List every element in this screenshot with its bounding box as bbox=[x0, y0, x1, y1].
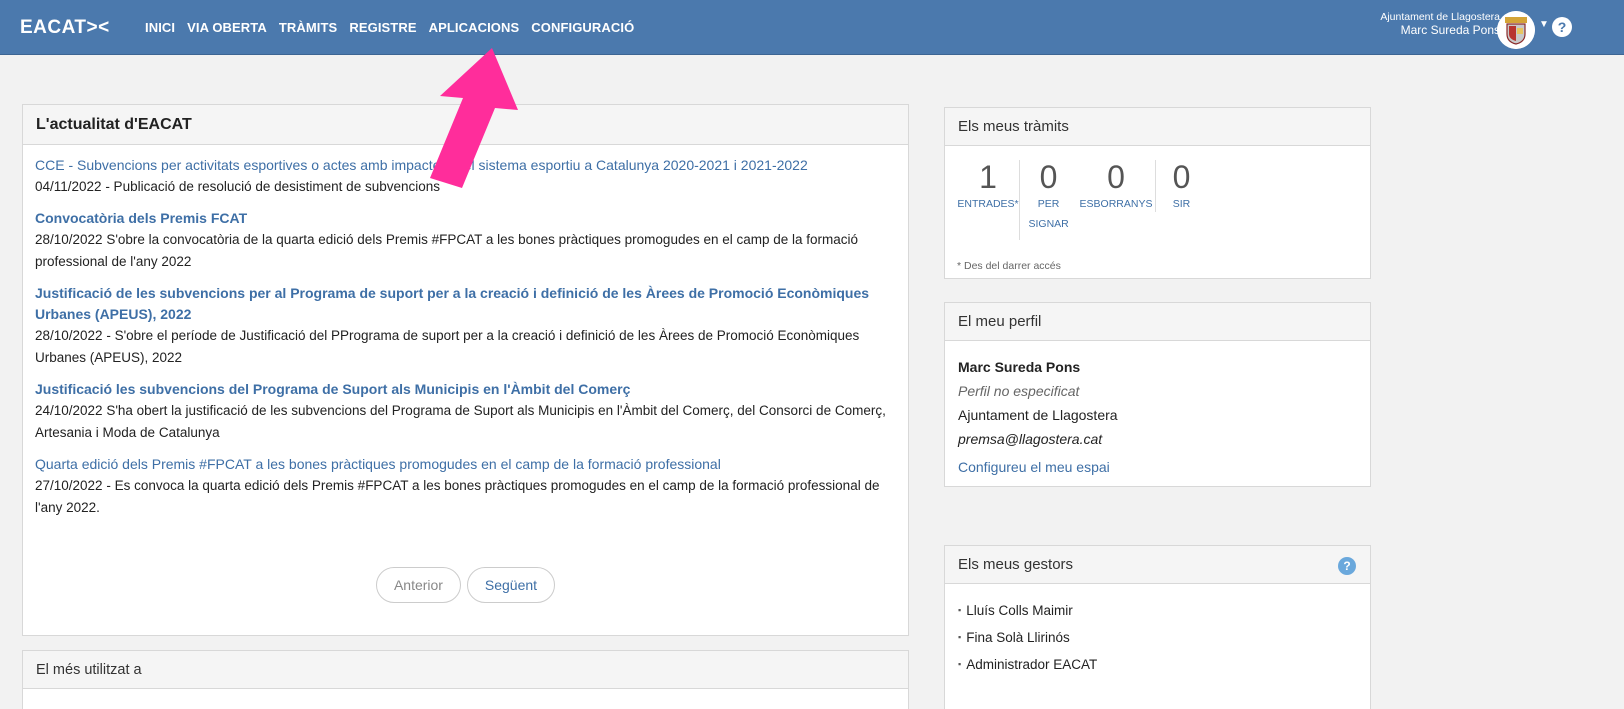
news-item: Justificació les subvencions del Program… bbox=[35, 379, 896, 444]
configure-space-link[interactable]: Configureu el meu espai bbox=[958, 455, 1357, 479]
profile-name: Marc Sureda Pons bbox=[958, 359, 1081, 375]
news-item-link[interactable]: Convocatòria dels Premis FCAT bbox=[35, 208, 896, 229]
counter-label: ESBORRANYS bbox=[1079, 198, 1153, 210]
my-managers-panel: Els meus gestors ? Lluís Colls Maimir Fi… bbox=[944, 545, 1371, 709]
profile-body: Marc Sureda Pons Perfil no especificat A… bbox=[945, 341, 1370, 493]
news-item-link[interactable]: CCE - Subvencions per activitats esporti… bbox=[35, 155, 896, 176]
counter-label: ENTRADES* bbox=[957, 198, 1019, 210]
counter-value: 1 bbox=[979, 159, 997, 195]
help-icon[interactable]: ? bbox=[1338, 557, 1356, 575]
counter-esborranys[interactable]: 0 ESBORRANYS bbox=[1077, 160, 1155, 240]
my-profile-panel: El meu perfil Marc Sureda Pons Perfil no… bbox=[944, 302, 1371, 487]
nav-aplicacions[interactable]: APLICACIONS bbox=[429, 20, 520, 35]
news-pager: Anterior Següent bbox=[23, 567, 908, 603]
list-item: Fina Solà Llirinós bbox=[958, 625, 1357, 652]
municipality-shield-avatar[interactable] bbox=[1497, 11, 1535, 49]
managers-list: Lluís Colls Maimir Fina Solà Llirinós Ad… bbox=[945, 584, 1370, 693]
my-procedures-title: Els meus tràmits bbox=[945, 108, 1370, 146]
most-used-panel: El més utilitzat a bbox=[22, 650, 909, 709]
next-button[interactable]: Següent bbox=[466, 567, 556, 603]
procedure-counters: 1 ENTRADES* 0 PER SIGNAR 0 ESBORRANYS 0 … bbox=[957, 160, 1207, 240]
user-info[interactable]: Ajuntament de Llagostera Marc Sureda Pon… bbox=[1380, 11, 1500, 37]
profile-email: premsa@llagostera.cat bbox=[958, 431, 1103, 447]
news-list: CCE - Subvencions per activitats esporti… bbox=[23, 145, 908, 519]
counter-entrades[interactable]: 1 ENTRADES* bbox=[957, 160, 1019, 240]
counter-value: 0 bbox=[1107, 159, 1125, 195]
nav-configuracio[interactable]: CONFIGURACIÓ bbox=[531, 20, 634, 35]
chevron-down-icon[interactable]: ▼ bbox=[1539, 19, 1549, 30]
nav-registre[interactable]: REGISTRE bbox=[349, 20, 416, 35]
news-item: Convocatòria dels Premis FCAT 28/10/2022… bbox=[35, 208, 896, 273]
main-nav: INICI VIA OBERTA TRÀMITS REGISTRE APLICA… bbox=[145, 20, 646, 35]
counter-label: PER SIGNAR bbox=[1028, 198, 1069, 230]
news-item: Justificació de les subvencions per al P… bbox=[35, 283, 896, 369]
news-panel-title: L'actualitat d'EACAT bbox=[23, 105, 908, 145]
nav-inici[interactable]: INICI bbox=[145, 20, 175, 35]
counter-label: SIR bbox=[1172, 198, 1191, 210]
list-item: Administrador EACAT bbox=[958, 652, 1357, 679]
nav-via-oberta[interactable]: VIA OBERTA bbox=[187, 20, 267, 35]
my-managers-title: Els meus gestors bbox=[945, 546, 1370, 584]
news-item-text: 24/10/2022 S'ha obert la justificació de… bbox=[35, 403, 886, 440]
news-item-text: 28/10/2022 - S'obre el període de Justif… bbox=[35, 328, 860, 365]
previous-button[interactable]: Anterior bbox=[375, 567, 461, 603]
news-item: CCE - Subvencions per activitats esporti… bbox=[35, 155, 896, 198]
news-item-link[interactable]: Justificació de les subvencions per al P… bbox=[35, 283, 896, 325]
list-item: Lluís Colls Maimir bbox=[958, 598, 1357, 625]
counter-sir[interactable]: 0 SIR bbox=[1155, 160, 1207, 212]
most-used-title: El més utilitzat a bbox=[23, 651, 908, 689]
user-name: Marc Sureda Pons bbox=[1400, 23, 1500, 37]
eacat-logo[interactable]: EACAT>< bbox=[20, 17, 110, 39]
profile-org: Ajuntament de Llagostera bbox=[958, 407, 1118, 423]
news-item-link[interactable]: Justificació les subvencions del Program… bbox=[35, 379, 896, 400]
counter-value: 0 bbox=[1039, 159, 1058, 195]
news-panel: L'actualitat d'EACAT CCE - Subvencions p… bbox=[22, 104, 909, 636]
news-item-text: 28/10/2022 S'obre la convocatòria de la … bbox=[35, 232, 859, 269]
help-icon[interactable]: ? bbox=[1552, 17, 1572, 37]
nav-tramits[interactable]: TRÀMITS bbox=[279, 20, 337, 35]
my-profile-title: El meu perfil bbox=[945, 303, 1370, 341]
counter-per-signar[interactable]: 0 PER SIGNAR bbox=[1019, 160, 1077, 240]
news-item-link[interactable]: Quarta edició dels Premis #FPCAT a les b… bbox=[35, 454, 896, 475]
my-procedures-panel: Els meus tràmits 1 ENTRADES* 0 PER SIGNA… bbox=[944, 107, 1371, 279]
news-item: Quarta edició dels Premis #FPCAT a les b… bbox=[35, 454, 896, 519]
counter-value: 0 bbox=[1172, 159, 1191, 195]
profile-role: Perfil no especificat bbox=[958, 383, 1080, 399]
procedures-note: * Des del darrer accés bbox=[957, 260, 1061, 272]
news-item-text: 04/11/2022 - Publicació de resolució de … bbox=[35, 179, 440, 194]
news-item-text: 27/10/2022 - Es convoca la quarta edició… bbox=[35, 478, 880, 515]
top-navigation-bar: EACAT>< INICI VIA OBERTA TRÀMITS REGISTR… bbox=[0, 0, 1624, 55]
